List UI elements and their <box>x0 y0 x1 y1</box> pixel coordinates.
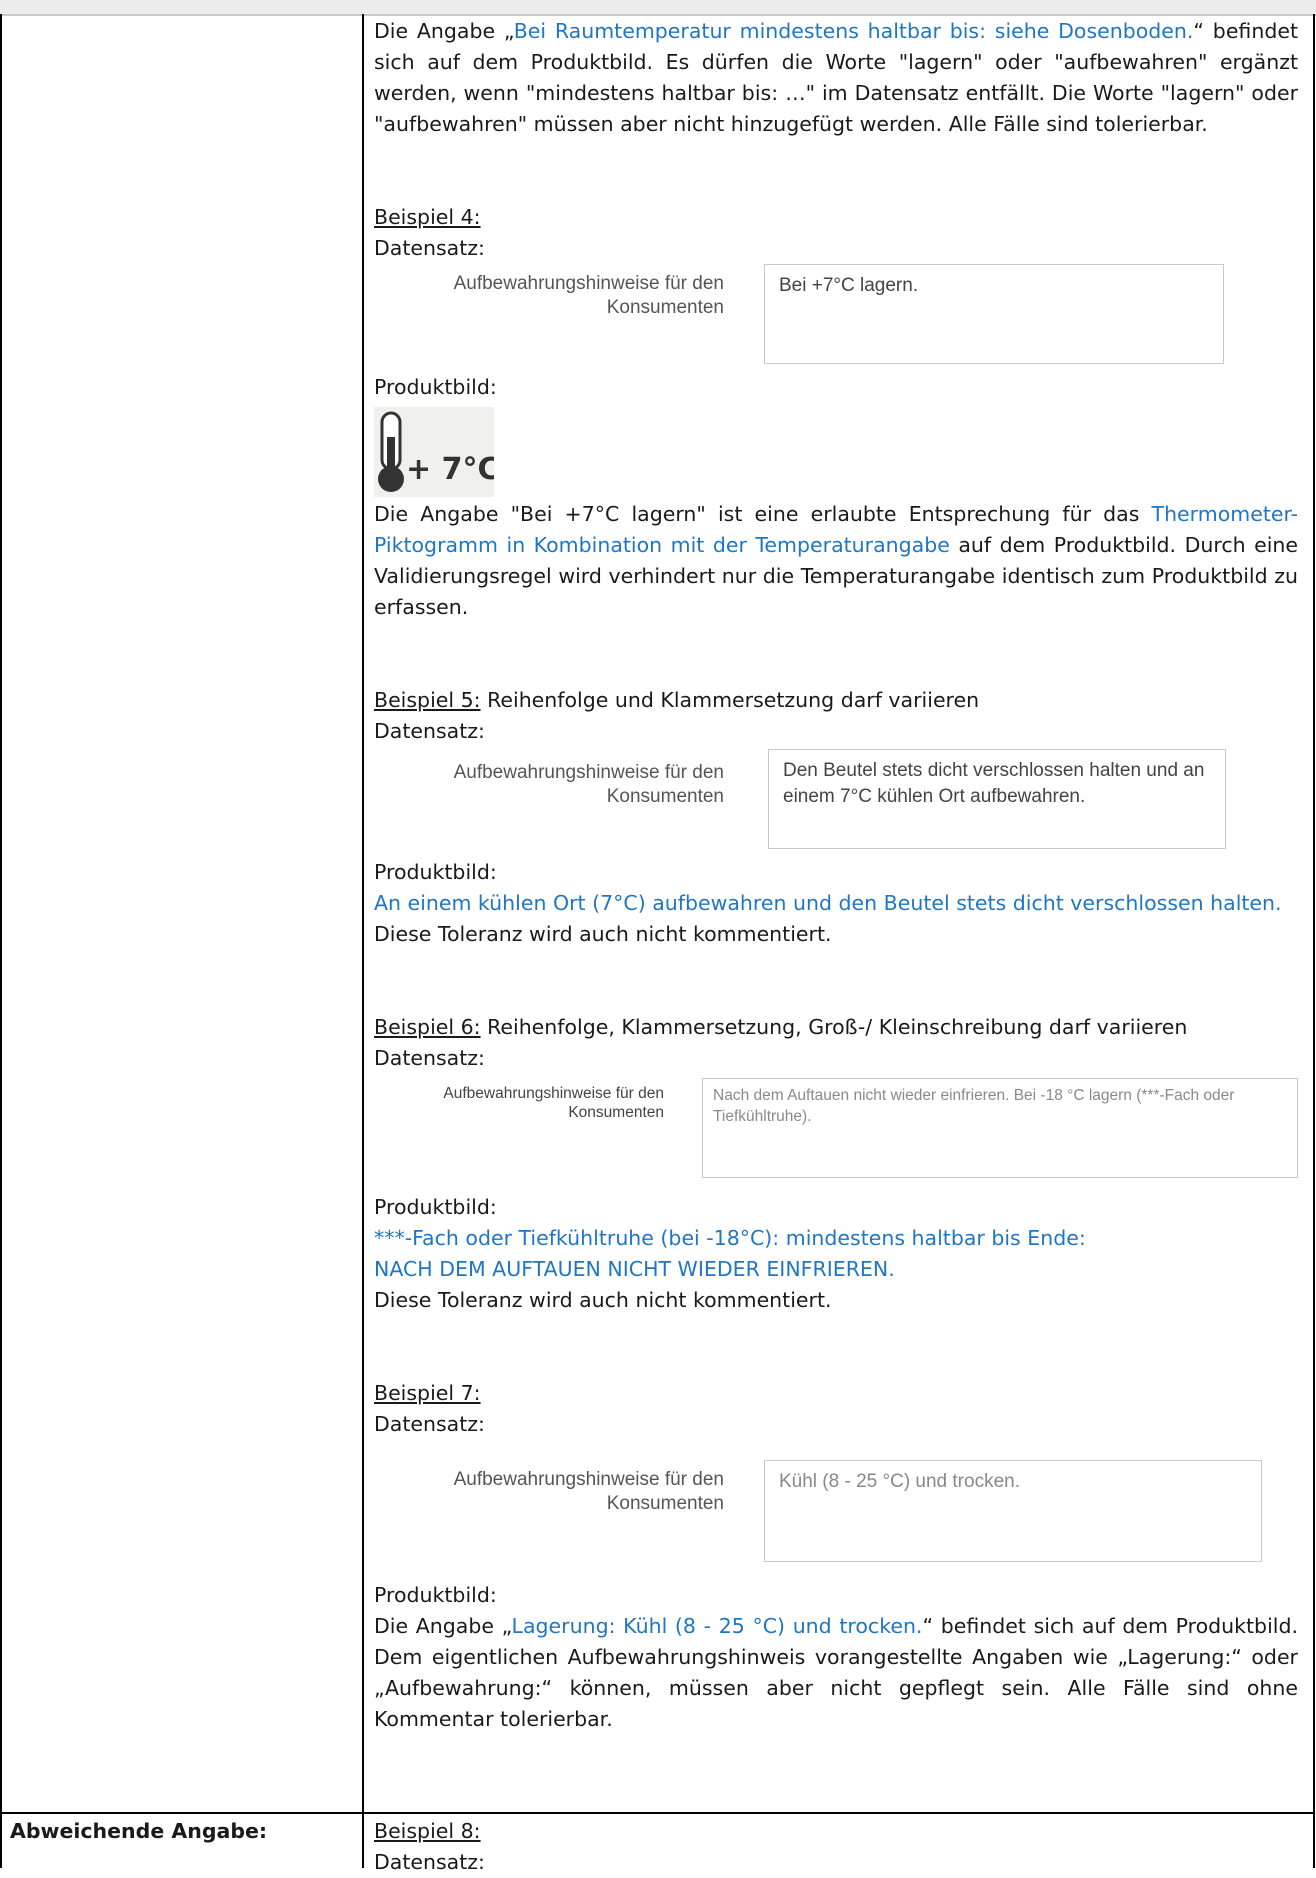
field-label: Aufbewahrungshinweise für den Konsumente… <box>443 1085 664 1121</box>
field-label: Aufbewahrungshinweise für den Konsumente… <box>453 273 724 318</box>
example-5-form: Aufbewahrungshinweise für den Konsumente… <box>374 747 1298 857</box>
datensatz-label: Datensatz: <box>374 1412 485 1436</box>
datensatz-label: Datensatz: <box>374 236 485 260</box>
example-5-heading: Beispiel 5: Reihenfolge und Klammersetzu… <box>374 688 980 712</box>
datensatz-label: Datensatz: <box>374 1850 485 1874</box>
field-label: Aufbewahrungshinweise für den Konsumente… <box>453 1469 724 1514</box>
example-6-note: Diese Toleranz wird auch nicht kommentie… <box>374 1288 832 1312</box>
example-7-form: Aufbewahrungshinweise für den Konsumente… <box>374 1440 1298 1580</box>
produktbild-label: Produktbild: <box>374 1195 497 1219</box>
datensatz-label: Datensatz: <box>374 719 485 743</box>
produktbild-label: Produktbild: <box>374 860 497 884</box>
example-6-image-line-1: ***-Fach oder Tiefkühltruhe (bei -18°C):… <box>374 1226 1086 1250</box>
example-5-note: Diese Toleranz wird auch nicht kommentie… <box>374 922 832 946</box>
datensatz-label: Datensatz: <box>374 1046 485 1070</box>
field-label: Aufbewahrungshinweise für den Konsumente… <box>453 762 724 807</box>
example-6-heading: Beispiel 6: Reihenfolge, Klammersetzung,… <box>374 1015 1188 1039</box>
example-6-image-line-2: NACH DEM AUFTAUEN NICHT WIEDER EINFRIERE… <box>374 1257 895 1281</box>
field-value-box: Den Beutel stets dicht verschlossen halt… <box>768 749 1226 849</box>
field-value-box: Bei +7°C lagern. <box>764 264 1224 364</box>
example-7-title: Beispiel 7: <box>374 1381 481 1405</box>
field-value-box: Nach dem Auftauen nicht wieder einfriere… <box>702 1078 1298 1178</box>
example-4-explanation: Die Angabe "Bei +7°C lagern" ist eine er… <box>374 502 1298 619</box>
intro-paragraph: Die Angabe „Bei Raumtemperatur mindesten… <box>374 19 1298 136</box>
produktbild-label: Produktbild: <box>374 1583 497 1607</box>
example-7-explanation: Die Angabe „Lagerung: Kühl (8 - 25 °C) u… <box>374 1614 1298 1731</box>
example-4-title: Beispiel 4: <box>374 205 481 229</box>
produktbild-label: Produktbild: <box>374 375 497 399</box>
example-8-title: Beispiel 8: <box>374 1819 481 1843</box>
content-cell: Die Angabe „Bei Raumtemperatur mindesten… <box>374 16 1298 1735</box>
field-value-box: Kühl (8 - 25 °C) und trocken. <box>764 1460 1262 1562</box>
svg-text:+ 7°C: + 7°C <box>406 452 494 487</box>
quoted-text: Bei Raumtemperatur mindestens haltbar bi… <box>513 19 1194 43</box>
thermometer-pictogram-image: + 7°C <box>374 407 494 497</box>
row-2-content: Beispiel 8: Datensatz: <box>374 1816 485 1878</box>
example-6-form: Aufbewahrungshinweise für den Konsumente… <box>374 1074 1298 1180</box>
example-4-form: Aufbewahrungshinweise für den Konsumente… <box>374 264 1298 372</box>
row-label-abweichende-angabe: Abweichende Angabe: <box>10 1819 268 1843</box>
example-5-image-text: An einem kühlen Ort (7°C) aufbewahren un… <box>374 891 1282 915</box>
